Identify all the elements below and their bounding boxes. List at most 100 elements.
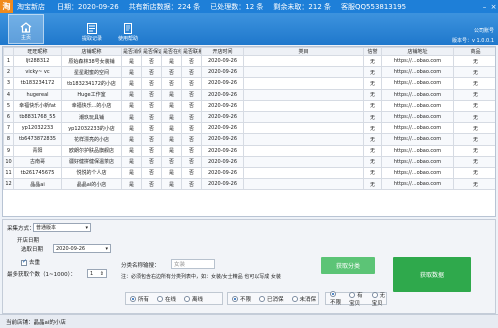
table-cell: 2020-09-26	[201, 54, 244, 68]
table-cell: 无	[453, 144, 495, 157]
table-cell: 否	[181, 66, 202, 79]
table-cell	[243, 155, 364, 168]
radio-has-items[interactable]: 有宝贝	[349, 291, 363, 307]
table-cell	[243, 166, 364, 180]
category-input[interactable]: 女装	[171, 259, 215, 269]
radio-any[interactable]: 不限	[232, 295, 251, 303]
table-cell: https://...obao.com	[381, 99, 454, 112]
fetch-data-button[interactable]: 获取数据	[393, 257, 471, 292]
table-cell: 潮玖玩具铺	[61, 110, 122, 124]
table-cell	[243, 54, 364, 68]
table-cell: 否	[181, 99, 202, 112]
col-header[interactable]	[3, 47, 14, 56]
table-cell: https://...obao.com	[381, 66, 454, 79]
radio-icon	[349, 292, 356, 298]
collect-mode-label: 采集方式：	[7, 226, 35, 232]
col-header[interactable]: 是否保证	[141, 47, 162, 56]
table-cell: 否	[181, 155, 202, 168]
col-header[interactable]: 类目	[243, 47, 364, 56]
table-row[interactable]: 3 tb183234172 tb183234172的小店是否否否 2020-09-26…	[3, 77, 495, 90]
col-header[interactable]: 店铺地址	[381, 47, 454, 56]
extract-records-button[interactable]: 提取记录	[74, 14, 110, 44]
table-cell: 否	[181, 54, 202, 68]
table-row[interactable]: 9 青阳 欧朗尔护肤品旗舰店是否是否 2020-09-26 无 https://...ob…	[3, 144, 495, 157]
count-text: 共有新店数据：224 条	[128, 2, 201, 11]
table-row[interactable]: 8 tb6473872835 花样漂亮的小店是否是否 2020-09-26 无 https…	[3, 133, 495, 146]
table-cell: 无	[453, 133, 495, 146]
home-button[interactable]: 主页	[8, 14, 44, 44]
radio-icon	[259, 296, 266, 302]
date-label: 日期：2020-09-26	[57, 2, 119, 11]
table-cell: 是	[161, 54, 182, 68]
table-row[interactable]: 10 古南哥 疆好健拼健保温茶店是否否否 2020-09-26 无 https://...…	[3, 155, 495, 168]
radio-online[interactable]: 在线	[157, 295, 176, 303]
table-cell: 否	[161, 77, 182, 90]
table-cell: 无	[453, 66, 495, 79]
contact-text: 客服QQ553813195	[341, 2, 407, 11]
table-row[interactable]: 4 hugereal Huge工作室是否是否 2020-09-26 无 https://.…	[3, 88, 495, 101]
minimize-icon[interactable]: –	[480, 0, 489, 13]
table-row[interactable]: 11 tb261745675 悦悦的个人店是否是否 2020-09-26 无 https:…	[3, 166, 495, 180]
table-cell	[243, 77, 364, 90]
col-header[interactable]: 旺旺昵称	[13, 47, 62, 56]
table-header: 旺旺昵称 店铺昵称 是否消保 是否保证 是否在线 是否联系 开店时间 类目 信誉…	[3, 47, 495, 56]
radio-label: 不限	[240, 296, 252, 303]
item-filter-group: 不限 有宝贝 无宝贝	[325, 291, 387, 307]
records-icon	[87, 23, 97, 34]
table-cell: 无	[453, 155, 495, 168]
col-header[interactable]: 开店时间	[201, 47, 244, 56]
table-cell: 否	[141, 166, 162, 180]
collect-category-button[interactable]: 获取分类	[321, 257, 375, 274]
radio-offline[interactable]: 离线	[184, 295, 203, 303]
help-button[interactable]: 使用帮助	[110, 14, 146, 44]
app-name: 淘宝新店	[17, 2, 45, 11]
max-count-stepper[interactable]: 1 ⇕	[87, 269, 107, 278]
table-row[interactable]: 2 vicky~ vc 星星甜蜜的空间是否否否 2020-09-26 无 https://…	[3, 66, 495, 79]
date-picker[interactable]: 2020-09-26 ▾	[53, 244, 111, 253]
table-row[interactable]: 12 晶晶ai 晶晶ai的小店是否是否 2020-09-26 无 https://...o…	[3, 178, 495, 191]
col-header[interactable]: 是否在线	[161, 47, 182, 56]
table-row[interactable]: 1 ljt288312 原始森林38号女装铺是否是否 2020-09-26 无 https…	[3, 54, 495, 68]
table-cell: 是	[121, 99, 142, 112]
data-table[interactable]: 旺旺昵称 店铺昵称 是否消保 是否保证 是否在线 是否联系 开店时间 类目 信誉…	[2, 46, 496, 217]
col-header[interactable]: 店铺昵称	[61, 47, 122, 56]
col-header[interactable]: 是否消保	[121, 47, 142, 56]
col-header[interactable]: 商品	[453, 47, 495, 56]
table-cell: 是	[121, 110, 142, 124]
table-cell: 无	[363, 54, 382, 68]
table-cell: 否	[141, 178, 162, 191]
category-hint: 注：必须包含右边所有分类列表中，如：女装/女士精品 也可以写成 女装	[121, 274, 281, 280]
extract-records-label: 提取记录	[81, 36, 102, 42]
home-label: 主页	[20, 35, 31, 41]
table-row[interactable]: 7 yp12032233 yp12032233的小店是否是否 2020-09-26 无 h…	[3, 122, 495, 135]
table-cell: https://...obao.com	[381, 88, 454, 101]
remaining-text: 剩余未取：212 条	[273, 2, 332, 11]
table-cell: 是	[121, 122, 142, 135]
table-cell: 2020-09-26	[201, 166, 244, 180]
table-cell: 2020-09-26	[201, 66, 244, 79]
close-icon[interactable]: ×	[489, 0, 498, 13]
table-cell: 否	[141, 122, 162, 135]
table-cell: 疆好健拼健保温茶店	[61, 155, 122, 168]
table-row[interactable]: 5 幸福快乐小新fat 幸福快乐...的小店是否是否 2020-09-26 无 https…	[3, 99, 495, 112]
dedupe-checkbox[interactable]: 去重	[21, 258, 40, 266]
table-cell: https://...obao.com	[381, 77, 454, 90]
radio-not-guaranteed[interactable]: 未消保	[291, 295, 316, 303]
table-cell: https://...obao.com	[381, 54, 454, 68]
chevron-down-icon: ▾	[85, 224, 88, 231]
table-cell: yp12032233	[13, 122, 62, 135]
col-header[interactable]: 信誉	[363, 47, 382, 56]
table-cell: 否	[181, 133, 202, 146]
table-cell: https://...obao.com	[381, 178, 454, 191]
table-cell: https://...obao.com	[381, 110, 454, 124]
col-header[interactable]: 是否联系	[181, 47, 202, 56]
radio-guaranteed[interactable]: 已消保	[259, 295, 284, 303]
radio-any-items[interactable]: 不限	[330, 291, 341, 306]
radio-no-items[interactable]: 无宝贝	[371, 291, 386, 307]
radio-icon	[330, 291, 336, 298]
table-cell: 6	[3, 110, 14, 124]
open-date-label: 开店日期	[17, 238, 40, 244]
collect-mode-select[interactable]: 普通版本 ▾	[33, 223, 91, 232]
table-row[interactable]: 6 tb8831768_55 潮玖玩具铺是否是否 2020-09-26 无 https:/…	[3, 110, 495, 124]
radio-all[interactable]: 所有	[130, 295, 149, 303]
